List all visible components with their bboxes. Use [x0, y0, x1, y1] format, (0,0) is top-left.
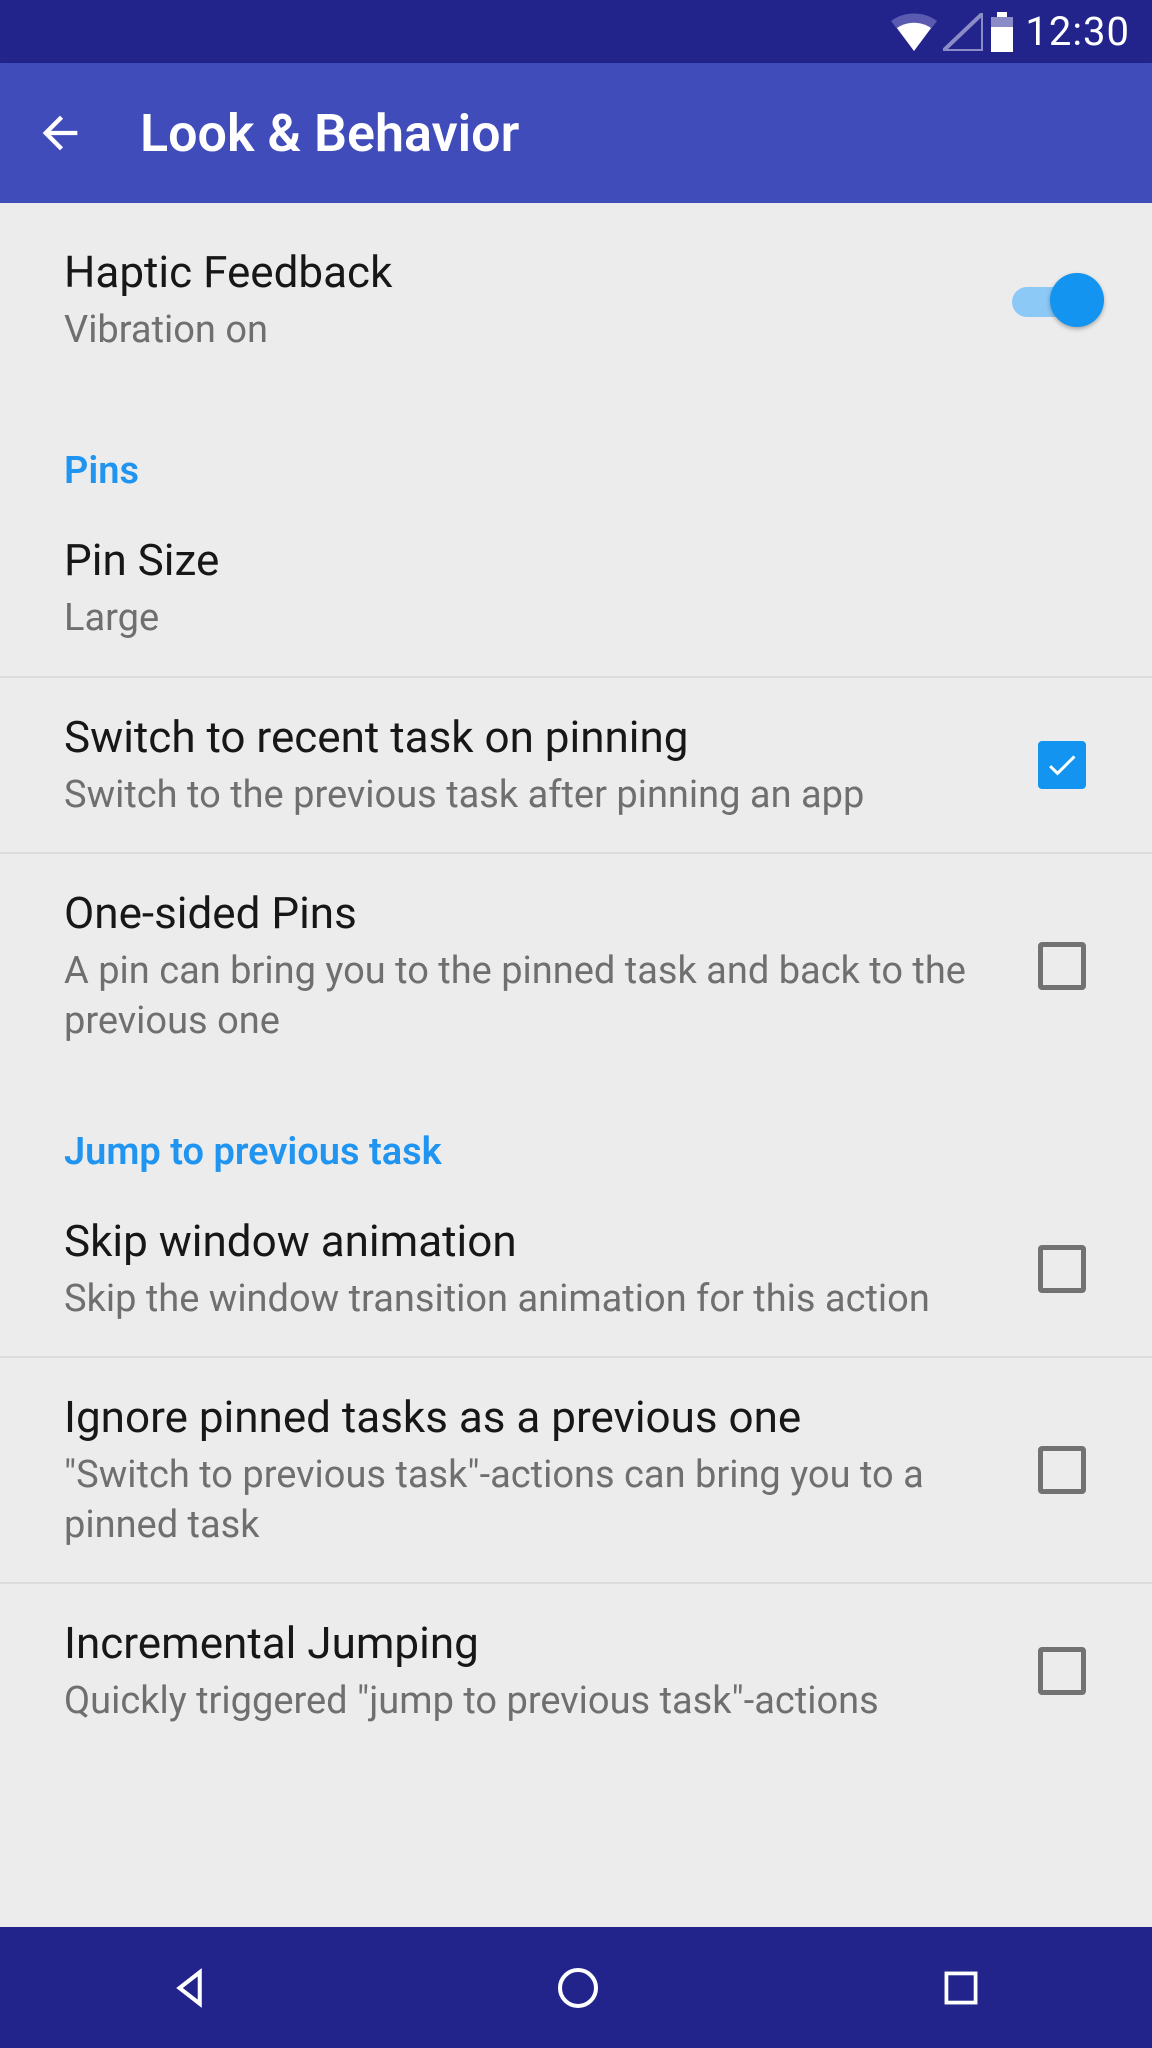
page-title: Look & Behavior [140, 103, 519, 164]
setting-subtitle: Quickly triggered "jump to previous task… [64, 1677, 1038, 1726]
setting-subtitle: Large [64, 594, 1104, 643]
wifi-icon [891, 13, 937, 51]
row-switch-recent[interactable]: Switch to recent task on pinning Switch … [0, 678, 1152, 852]
section-header-jump: Jump to previous task [0, 1078, 1152, 1182]
row-incremental-jumping[interactable]: Incremental Jumping Quickly triggered "j… [0, 1584, 1152, 1758]
row-haptic-feedback[interactable]: Haptic Feedback Vibration on [0, 203, 1152, 397]
status-icons [891, 12, 1015, 52]
setting-title: Haptic Feedback [64, 245, 1012, 300]
setting-title: Incremental Jumping [64, 1616, 1038, 1671]
setting-subtitle: "Switch to previous task"-actions can br… [64, 1451, 1038, 1550]
incremental-jumping-checkbox[interactable] [1038, 1647, 1086, 1695]
setting-subtitle: Skip the window transition animation for… [64, 1275, 1038, 1324]
settings-list: Haptic Feedback Vibration on Pins Pin Si… [0, 203, 1152, 1927]
ignore-pinned-checkbox[interactable] [1038, 1446, 1086, 1494]
setting-title: Ignore pinned tasks as a previous one [64, 1390, 1038, 1445]
navigation-bar [0, 1927, 1152, 2048]
app-bar: Look & Behavior [0, 63, 1152, 203]
setting-title: Skip window animation [64, 1214, 1038, 1269]
skip-animation-checkbox[interactable] [1038, 1245, 1086, 1293]
cell-signal-icon [943, 13, 983, 51]
setting-title: Pin Size [64, 533, 1104, 588]
status-time: 12:30 [1025, 8, 1130, 55]
row-ignore-pinned[interactable]: Ignore pinned tasks as a previous one "S… [0, 1358, 1152, 1582]
nav-back-icon[interactable] [166, 1961, 220, 2015]
battery-icon [989, 12, 1015, 52]
row-skip-animation[interactable]: Skip window animation Skip the window tr… [0, 1182, 1152, 1356]
setting-subtitle: Vibration on [64, 306, 1012, 355]
row-pin-size[interactable]: Pin Size Large [0, 501, 1152, 675]
switch-recent-checkbox[interactable] [1038, 741, 1086, 789]
setting-subtitle: Switch to the previous task after pinnin… [64, 771, 1038, 820]
back-icon[interactable] [34, 107, 86, 159]
setting-title: One-sided Pins [64, 886, 1038, 941]
section-header-pins: Pins [0, 397, 1152, 501]
setting-subtitle: A pin can bring you to the pinned task a… [64, 947, 1038, 1046]
haptic-toggle[interactable] [1012, 273, 1104, 327]
nav-home-icon[interactable] [551, 1961, 605, 2015]
nav-recent-icon[interactable] [936, 1963, 986, 2013]
status-bar: 12:30 [0, 0, 1152, 63]
setting-title: Switch to recent task on pinning [64, 710, 1038, 765]
one-sided-checkbox[interactable] [1038, 942, 1086, 990]
row-one-sided-pins[interactable]: One-sided Pins A pin can bring you to th… [0, 854, 1152, 1078]
